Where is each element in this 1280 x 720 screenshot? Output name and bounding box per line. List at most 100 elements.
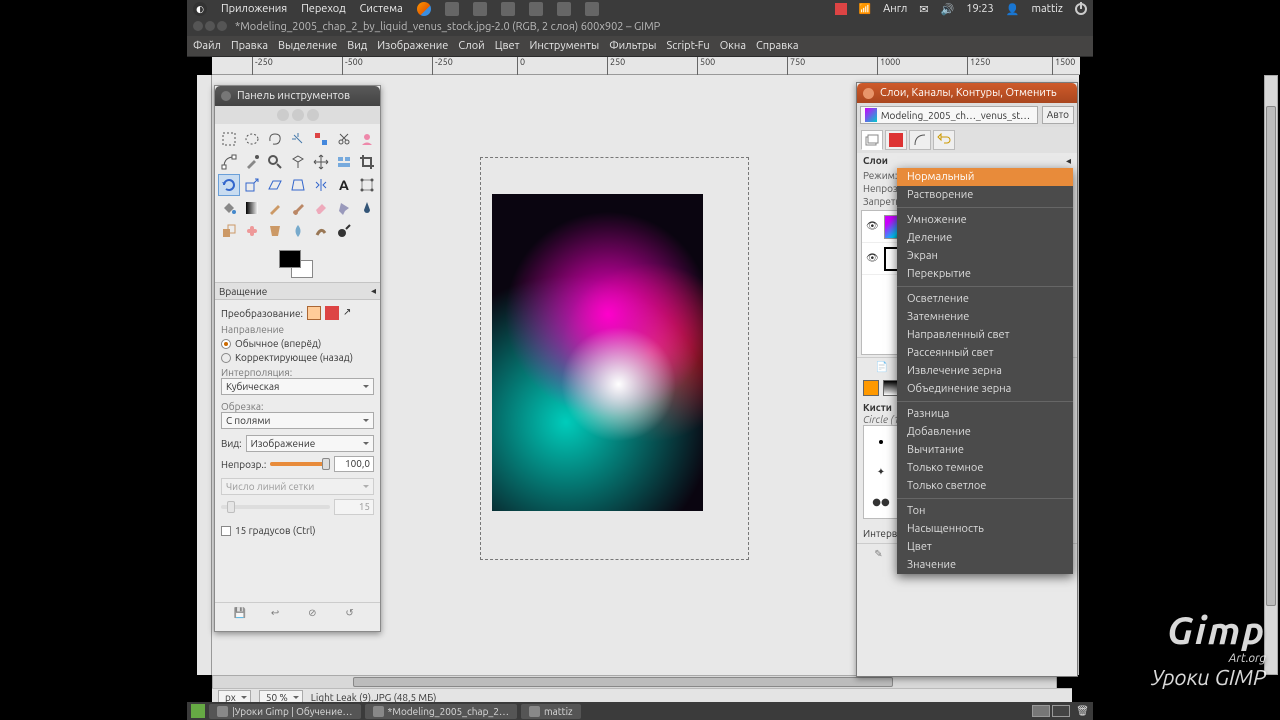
menu-layer[interactable]: Слой xyxy=(458,40,484,52)
mode-item[interactable]: Перекрытие xyxy=(897,265,1073,283)
tool-free-select[interactable] xyxy=(264,128,286,150)
close-icon[interactable] xyxy=(221,91,231,101)
tool-pencil[interactable] xyxy=(264,197,286,219)
power-icon[interactable] xyxy=(1075,3,1087,15)
scrollbar-horizontal[interactable] xyxy=(212,675,1057,689)
menu-color[interactable]: Цвет xyxy=(495,40,520,52)
tray-icon-1[interactable] xyxy=(445,2,459,16)
mode-item[interactable]: Рассеянный свет xyxy=(897,344,1073,362)
preview-combo[interactable]: Изображение xyxy=(246,435,374,452)
menu-image[interactable]: Изображение xyxy=(377,40,448,52)
mode-item[interactable]: Цвет xyxy=(897,538,1073,556)
interpolation-combo[interactable]: Кубическая xyxy=(221,378,374,395)
mode-item[interactable]: Тон xyxy=(897,502,1073,520)
tool-color-picker[interactable] xyxy=(241,151,263,173)
reset-options-icon[interactable]: ↺ xyxy=(345,607,361,623)
tool-smudge[interactable] xyxy=(310,220,332,242)
menu-tools[interactable]: Инструменты xyxy=(529,40,599,52)
restore-options-icon[interactable]: ↩ xyxy=(271,607,287,623)
tool-clone[interactable] xyxy=(218,220,240,242)
show-desktop-icon[interactable] xyxy=(191,704,205,718)
auto-button[interactable]: Авто xyxy=(1042,106,1074,124)
tab-undo[interactable] xyxy=(933,130,955,150)
fg-color[interactable] xyxy=(279,250,301,268)
tool-bucket[interactable] xyxy=(218,197,240,219)
mode-item[interactable]: Умножение xyxy=(897,211,1073,229)
workspace-1[interactable] xyxy=(1032,705,1050,717)
clock[interactable]: 19:23 xyxy=(966,3,994,15)
delete-options-icon[interactable]: ⊘ xyxy=(308,607,324,623)
tool-cage[interactable] xyxy=(356,174,378,196)
tool-rotate[interactable] xyxy=(218,174,240,196)
keyboard-lang[interactable]: Англ xyxy=(883,3,907,15)
scrollbar-vertical[interactable] xyxy=(1264,75,1278,675)
eye-icon[interactable]: 👁 xyxy=(866,220,880,234)
mode-item[interactable]: Разница xyxy=(897,405,1073,423)
toolbox-titlebar[interactable]: Панель инструментов xyxy=(215,86,380,106)
mode-item[interactable]: Направленный свет xyxy=(897,326,1073,344)
tab-layers[interactable] xyxy=(861,130,883,150)
tool-fuzzy-select[interactable] xyxy=(287,128,309,150)
clipping-combo[interactable]: С полями xyxy=(221,412,374,429)
apps-menu[interactable]: Приложения xyxy=(221,3,287,15)
menu-help[interactable]: Справка xyxy=(756,40,799,52)
layers-titlebar[interactable]: Слои, Каналы, Контуры, Отменить xyxy=(857,83,1077,103)
tool-dodge[interactable] xyxy=(333,220,355,242)
opacity-slider[interactable] xyxy=(270,462,330,466)
tool-heal[interactable] xyxy=(241,220,263,242)
mode-item[interactable]: Только темное xyxy=(897,459,1073,477)
fifteen-deg-check[interactable]: 15 градусов (Ctrl) xyxy=(221,525,374,536)
tool-paths[interactable] xyxy=(218,151,240,173)
menu-file[interactable]: Файл xyxy=(193,40,221,52)
tool-blend[interactable] xyxy=(241,197,263,219)
tool-crop[interactable] xyxy=(356,151,378,173)
tool-airbrush[interactable] xyxy=(333,197,355,219)
menu-edit[interactable]: Правка xyxy=(231,40,268,52)
trash-icon[interactable]: 🗑 xyxy=(1076,705,1089,717)
color-swatches[interactable] xyxy=(273,250,323,282)
tray-icon-3[interactable] xyxy=(501,2,515,16)
username[interactable]: mattiz xyxy=(1031,3,1063,15)
task-home[interactable]: mattiz xyxy=(521,704,581,719)
tray-icon-4[interactable] xyxy=(529,2,543,16)
tool-zoom[interactable] xyxy=(264,151,286,173)
transform-layer-icon[interactable] xyxy=(307,306,321,320)
mode-item[interactable]: Экран xyxy=(897,247,1073,265)
tool-ellipse-select[interactable] xyxy=(241,128,263,150)
transform-path-icon[interactable]: ↗ xyxy=(343,306,357,320)
mode-item[interactable]: Добавление xyxy=(897,423,1073,441)
mode-item[interactable]: Деление xyxy=(897,229,1073,247)
menu-filters[interactable]: Фильтры xyxy=(609,40,656,52)
tool-ink[interactable] xyxy=(356,197,378,219)
mode-item[interactable]: Значение xyxy=(897,556,1073,574)
tool-scale[interactable] xyxy=(241,174,263,196)
edit-brush-icon[interactable]: ✎ xyxy=(874,548,890,564)
tool-perspective[interactable] xyxy=(287,174,309,196)
tool-text[interactable]: A xyxy=(333,174,355,196)
tool-paintbrush[interactable] xyxy=(287,197,309,219)
menu-windows[interactable]: Окна xyxy=(720,40,746,52)
blend-mode-menu[interactable]: НормальныйРастворениеУмножениеДелениеЭкр… xyxy=(897,168,1073,574)
new-layer-icon[interactable]: 📄 xyxy=(876,361,888,373)
mode-item[interactable]: Нормальный xyxy=(897,168,1073,186)
task-firefox[interactable]: |Уроки Gimp | Обучение… xyxy=(209,704,361,719)
layers-menu-icon[interactable]: ◂ xyxy=(1066,155,1071,167)
tool-options-menu-icon[interactable]: ◂ xyxy=(371,285,376,297)
direction-corrective-radio[interactable]: Корректирующее (назад) xyxy=(221,352,374,363)
direction-normal-radio[interactable]: Обычное (вперёд) xyxy=(221,338,374,349)
menu-scriptfu[interactable]: Script-Fu xyxy=(666,40,709,52)
palette-tab-1[interactable] xyxy=(863,380,879,396)
places-menu[interactable]: Переход xyxy=(301,3,345,15)
workspace-2[interactable] xyxy=(1052,705,1070,717)
task-gimp[interactable]: *Modeling_2005_chap_2… xyxy=(365,704,517,719)
brush-item[interactable] xyxy=(866,428,896,456)
tool-measure[interactable] xyxy=(287,151,309,173)
tool-blur[interactable] xyxy=(287,220,309,242)
tray-icon-5[interactable] xyxy=(557,2,571,16)
mode-item[interactable]: Извлечение зерна xyxy=(897,362,1073,380)
tool-scissors[interactable] xyxy=(333,128,355,150)
tool-rect-select[interactable] xyxy=(218,128,240,150)
tool-perspective-clone[interactable] xyxy=(264,220,286,242)
image-selector[interactable]: Modeling_2005_ch…_venus_stock.jpg-2 xyxy=(860,106,1038,124)
close-icon[interactable] xyxy=(863,88,874,99)
